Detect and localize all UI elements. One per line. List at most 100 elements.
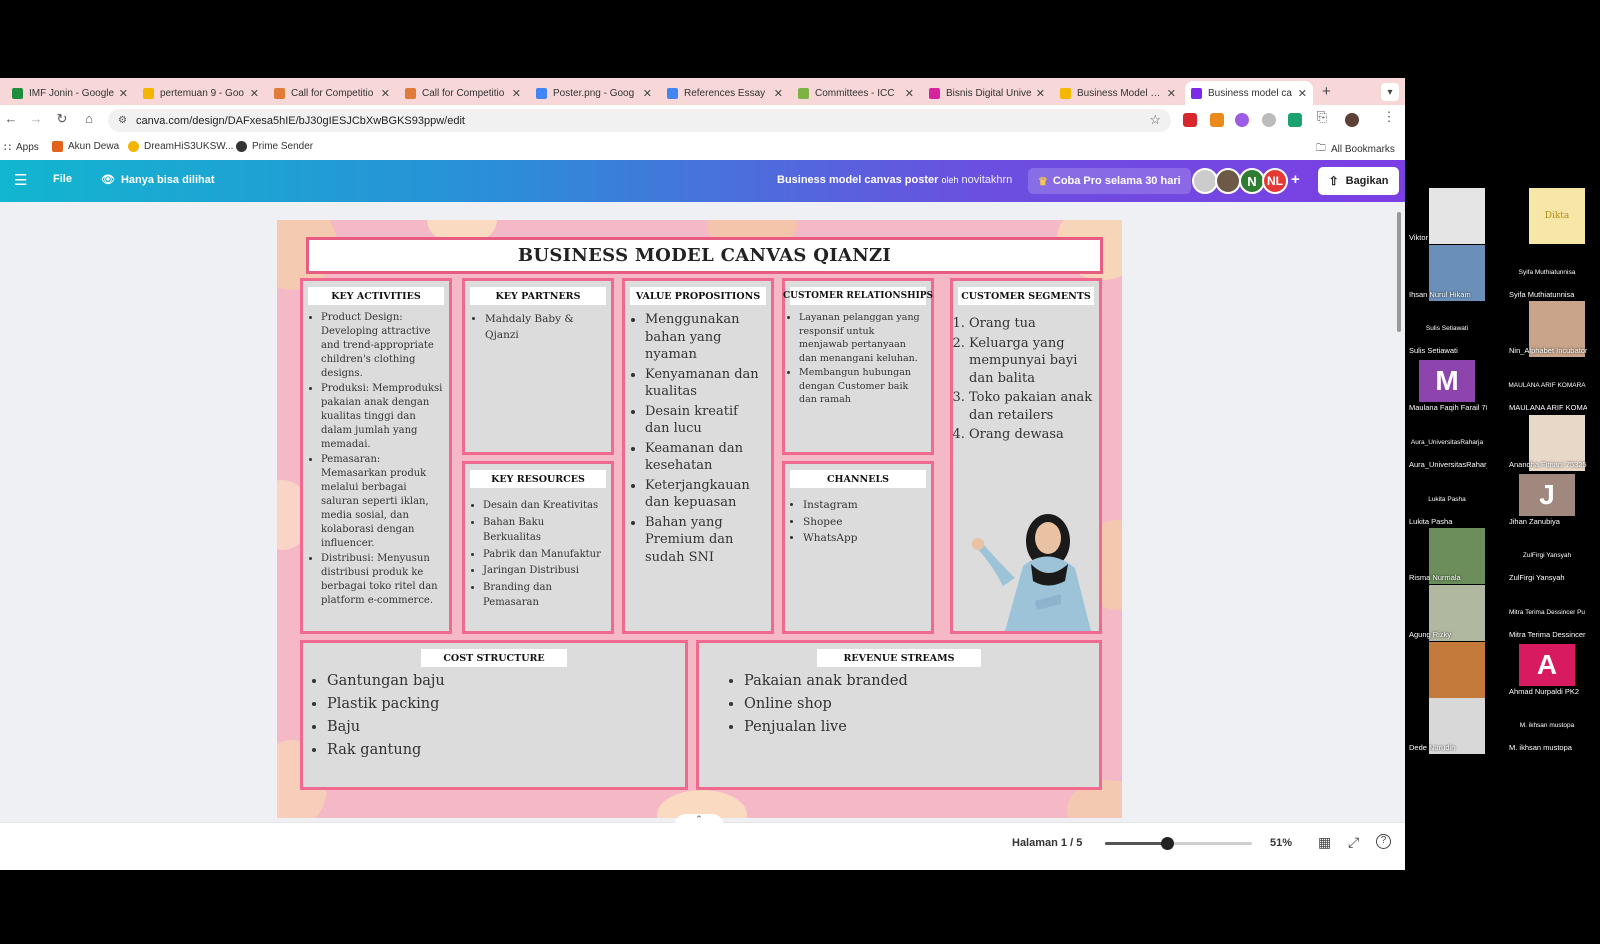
forward-icon[interactable]: →	[27, 111, 45, 126]
browser-tab[interactable]: pertemuan 9 - Goo ✕	[137, 81, 265, 105]
tab-title: Bisnis Digital Unive	[946, 87, 1032, 99]
view-only-button[interactable]: 👁 Hanya bisa dilihat	[101, 173, 215, 186]
browser-menu-icon[interactable]: ⋮	[1380, 109, 1398, 125]
participant-tile[interactable]: Agung Rizky	[1407, 584, 1487, 641]
participant-tile[interactable]: Syifa Muthiatunnisa Syifa Muthiatunnisa	[1507, 245, 1587, 301]
participant-tile[interactable]: J Jihan Zanubiya	[1507, 472, 1587, 528]
new-tab-icon[interactable]: +	[1322, 83, 1331, 100]
participant-name: Syifa Muthiatunnisa	[1509, 289, 1575, 299]
participant-tile[interactable]: Dede Nurudin	[1407, 698, 1487, 755]
browser-tab[interactable]: Business model ca ✕	[1185, 81, 1313, 105]
participant-tile[interactable]: Sulis Setiawati Sulis Setiawati	[1407, 301, 1487, 357]
close-tab-icon[interactable]: ✕	[1167, 87, 1176, 100]
poster-page[interactable]: BUSINESS MODEL CANVAS QIANZI KEY ACTIVIT…	[277, 220, 1122, 818]
list-item: Orang dewasa	[969, 426, 1093, 444]
browser-tab[interactable]: Bisnis Digital Unive ✕	[923, 81, 1051, 105]
browser-tab[interactable]: Committees - ICC ✕	[792, 81, 920, 105]
customer-relationships-header: CUSTOMER RELATIONSHIPS	[783, 287, 933, 305]
upload-icon: ⇧	[1328, 174, 1339, 188]
extensions-puzzle-icon[interactable]: ⎘	[1313, 109, 1331, 125]
poster-title: BUSINESS MODEL CANVAS QIANZI	[517, 245, 892, 266]
browser-tab[interactable]: IMF Jonin - Google ✕	[6, 81, 134, 105]
try-pro-button[interactable]: ♛ Coba Pro selama 30 hari	[1028, 168, 1191, 194]
list-item: Layanan pelanggan yang responsif untuk m…	[799, 311, 925, 365]
participant-tile[interactable]: Mitra Terima Dessincer Pu Mitra Terima De…	[1507, 585, 1587, 641]
close-tab-icon[interactable]: ✕	[512, 87, 521, 100]
bookmark-apps[interactable]: ∷ Apps	[4, 141, 39, 154]
participant-tile[interactable]: Anandha Fitriani 75325	[1507, 414, 1587, 471]
participant-tile[interactable]: A Ahmad Nurpaldi PK2	[1507, 642, 1587, 698]
participant-tile[interactable]: MMaulana Faqih Farail 78123	[1407, 358, 1487, 414]
participant-tile[interactable]: Aura_UniversitasRaharja Aura_UniversitasR…	[1407, 415, 1487, 471]
extension-pdf-icon[interactable]	[1183, 113, 1197, 127]
profile-avatar[interactable]	[1345, 113, 1359, 127]
participant-tile[interactable]: Lukita Pasha Lukita Pasha	[1407, 472, 1487, 528]
home-icon[interactable]: ⌂	[80, 111, 98, 126]
zoom-slider-handle[interactable]	[1160, 837, 1174, 850]
site-settings-icon[interactable]: ⚙	[118, 115, 127, 126]
close-tab-icon[interactable]: ✕	[250, 87, 259, 100]
close-tab-icon[interactable]: ✕	[381, 87, 390, 100]
zoom-value[interactable]: 51%	[1270, 837, 1292, 849]
extension-green-icon[interactable]	[1288, 113, 1302, 127]
hamburger-menu-icon[interactable]: ☰	[14, 171, 27, 189]
list-item: Online shop	[744, 694, 1093, 715]
address-bar[interactable]: ⚙ canva.com/design/DAFxesa5hIE/bJ30gIESJ…	[108, 109, 1171, 132]
list-item: WhatsApp	[803, 531, 925, 547]
participant-tile[interactable]: Risma Nurmala	[1407, 528, 1487, 585]
vertical-scrollbar[interactable]	[1397, 212, 1401, 332]
customer-segments-header: CUSTOMER SEGMENTS	[958, 287, 1094, 305]
file-menu[interactable]: File	[53, 173, 72, 185]
collaborator-avatar[interactable]: NL	[1262, 168, 1288, 194]
close-tab-icon[interactable]: ✕	[119, 87, 128, 100]
close-tab-icon[interactable]: ✕	[774, 87, 783, 100]
browser-tab[interactable]: Poster.png - Goog ✕	[530, 81, 658, 105]
reload-icon[interactable]: ↻	[53, 111, 71, 127]
tab-search-icon[interactable]: ▾	[1381, 83, 1399, 101]
browser-tab[interactable]: Call for Competitio ✕	[399, 81, 527, 105]
participant-name: Sulis Setiawati	[1409, 346, 1458, 356]
back-icon[interactable]: ←	[2, 111, 20, 126]
participant-tile[interactable]: Ihsan Nurul Hikam	[1407, 244, 1487, 301]
close-tab-icon[interactable]: ✕	[905, 87, 914, 100]
poster-title-box: BUSINESS MODEL CANVAS QIANZI	[306, 237, 1103, 274]
participant-tile[interactable]: Nin_Alphabet Incubator	[1507, 301, 1587, 358]
collaborator-avatar[interactable]	[1215, 168, 1241, 194]
share-button[interactable]: ⇧ Bagikan	[1318, 167, 1399, 195]
revenue-streams-box: REVENUE STREAMS Pakaian anak brandedOnli…	[696, 640, 1102, 790]
browser-tab[interactable]: Business Model Ca ✕	[1054, 81, 1182, 105]
list-item: Desain kreatif dan lucu	[645, 403, 765, 438]
grid-view-icon[interactable]: ▦	[1318, 834, 1331, 851]
bookmark-item[interactable]: Akun Dewa	[52, 141, 119, 152]
extension-sc-icon[interactable]	[1210, 113, 1224, 127]
extension-arc-icon[interactable]	[1262, 113, 1276, 127]
add-collaborator-icon[interactable]: +	[1291, 171, 1300, 188]
extension-color-icon[interactable]	[1235, 113, 1249, 127]
participant-tile[interactable]: Dikta	[1507, 188, 1587, 244]
close-tab-icon[interactable]: ✕	[1298, 87, 1307, 100]
close-tab-icon[interactable]: ✕	[643, 87, 652, 100]
participant-tile[interactable]: MAULANA ARIF KOMARA MAULANA ARIF KOMARA	[1507, 358, 1587, 414]
participant-tile[interactable]	[1407, 641, 1487, 698]
participant-logo: Dikta	[1529, 188, 1585, 244]
zoom-slider[interactable]	[1105, 837, 1252, 850]
participant-tile[interactable]: Viktor	[1407, 188, 1487, 244]
bookmark-star-icon[interactable]: ☆	[1149, 112, 1161, 128]
browser-tab[interactable]: References Essay ✕	[661, 81, 789, 105]
participant-name: Maulana Faqih Farail 78123	[1409, 403, 1487, 413]
help-icon[interactable]: ?	[1376, 834, 1391, 849]
participant-name: Risma Nurmala	[1409, 573, 1461, 583]
chevron-up-icon[interactable]: ⌃	[674, 814, 724, 826]
list-item: Keterjangkauan dan kepuasan	[645, 477, 765, 512]
close-tab-icon[interactable]: ✕	[1036, 87, 1045, 100]
fullscreen-icon[interactable]: ⤢	[1348, 834, 1359, 851]
bookmark-item[interactable]: DreamHiS3UKSW...	[128, 141, 233, 152]
sheets-icon	[12, 87, 23, 99]
bookmark-item[interactable]: Prime Sender	[236, 141, 313, 152]
participant-tile[interactable]: ZulFirgi Yansyah ZulFirgi Yansyah	[1507, 528, 1587, 584]
participant-tile[interactable]: M. ikhsan mustopa M. ikhsan mustopa	[1507, 698, 1587, 754]
page-indicator[interactable]: Halaman 1 / 5	[1012, 837, 1082, 849]
all-bookmarks[interactable]: 🗀 All Bookmarks	[1316, 141, 1395, 158]
browser-tab[interactable]: Call for Competitio ✕	[268, 81, 396, 105]
list-item: Plastik packing	[327, 694, 679, 715]
